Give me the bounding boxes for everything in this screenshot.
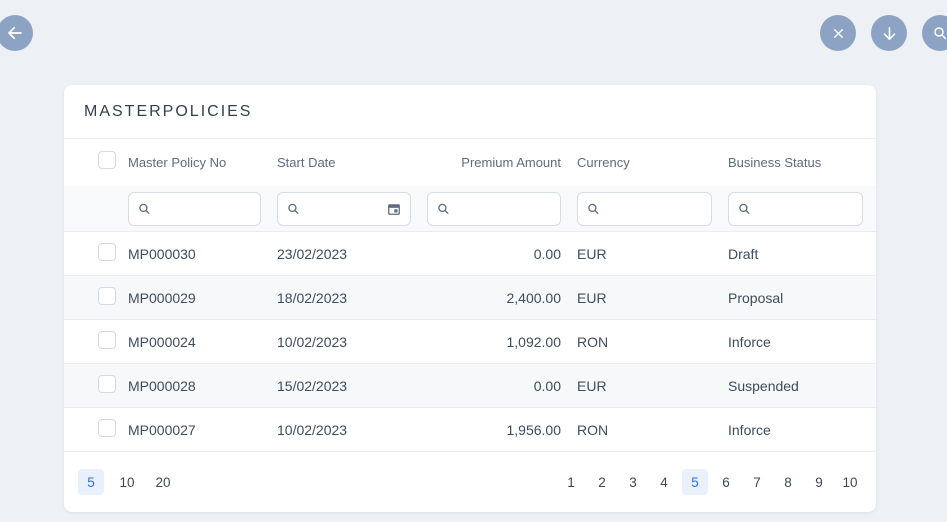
cell-status: Inforce [728, 334, 863, 350]
cell-currency: EUR [577, 290, 728, 306]
page-size-10[interactable]: 10 [114, 469, 140, 495]
page-2[interactable]: 2 [589, 469, 615, 495]
cell-status: Suspended [728, 378, 863, 394]
table-row[interactable]: MP000028 15/02/2023 0.00 EUR Suspended [64, 364, 876, 408]
cell-currency: RON [577, 422, 728, 438]
card-title-bar: MASTERPOLICIES [64, 85, 876, 139]
close-icon [832, 27, 845, 40]
row-checkbox[interactable] [98, 331, 116, 349]
cell-currency: EUR [577, 246, 728, 262]
page-1[interactable]: 1 [558, 469, 584, 495]
row-checkbox[interactable] [98, 419, 116, 437]
cell-status: Draft [728, 246, 863, 262]
header-checkbox-cell [84, 151, 128, 174]
cell-policy-no: MP000029 [128, 290, 277, 306]
cell-start-date: 23/02/2023 [277, 246, 427, 262]
col-header-master-policy-no: Master Policy No [128, 155, 277, 170]
table-footer: 5 10 20 1 2 3 4 5 6 7 8 9 10 [64, 452, 876, 512]
col-header-currency: Currency [577, 155, 728, 170]
cell-start-date: 15/02/2023 [277, 378, 427, 394]
row-checkbox[interactable] [98, 375, 116, 393]
page-title: MASTERPOLICIES [84, 103, 252, 121]
back-button[interactable] [0, 15, 33, 51]
cell-premium: 1,092.00 [427, 334, 577, 350]
search-button[interactable] [922, 15, 947, 51]
row-checkbox[interactable] [98, 243, 116, 261]
page-10[interactable]: 10 [837, 469, 863, 495]
page-size-20[interactable]: 20 [150, 469, 176, 495]
search-icon [287, 202, 300, 215]
download-button[interactable] [871, 15, 907, 51]
cell-start-date: 10/02/2023 [277, 334, 427, 350]
cell-policy-no: MP000024 [128, 334, 277, 350]
cell-currency: RON [577, 334, 728, 350]
cell-start-date: 10/02/2023 [277, 422, 427, 438]
table-row[interactable]: MP000027 10/02/2023 1,956.00 RON Inforce [64, 408, 876, 452]
cell-premium: 0.00 [427, 378, 577, 394]
table-header-row: Master Policy No Start Date Premium Amou… [64, 139, 876, 186]
search-icon [138, 202, 151, 215]
cell-start-date: 18/02/2023 [277, 290, 427, 306]
cell-status: Proposal [728, 290, 863, 306]
page-size-5[interactable]: 5 [78, 469, 104, 495]
page-7[interactable]: 7 [744, 469, 770, 495]
table-filter-row [64, 186, 876, 232]
cell-premium: 2,400.00 [427, 290, 577, 306]
arrow-left-icon [6, 24, 24, 42]
row-checkbox[interactable] [98, 287, 116, 305]
close-button[interactable] [820, 15, 856, 51]
pagination: 1 2 3 4 5 6 7 8 9 10 [558, 469, 863, 495]
page-6[interactable]: 6 [713, 469, 739, 495]
cell-policy-no: MP000030 [128, 246, 277, 262]
table-row[interactable]: MP000029 18/02/2023 2,400.00 EUR Proposa… [64, 276, 876, 320]
col-header-start-date: Start Date [277, 155, 427, 170]
page-5[interactable]: 5 [682, 469, 708, 495]
arrow-down-icon [881, 25, 898, 42]
search-icon [932, 25, 947, 41]
cell-policy-no: MP000028 [128, 378, 277, 394]
search-icon [587, 202, 600, 215]
search-icon [437, 202, 450, 215]
cell-policy-no: MP000027 [128, 422, 277, 438]
masterpolicies-card: MASTERPOLICIES Master Policy No Start Da… [64, 85, 876, 512]
cell-currency: EUR [577, 378, 728, 394]
col-header-premium-amount: Premium Amount [427, 155, 577, 170]
table-row[interactable]: MP000024 10/02/2023 1,092.00 RON Inforce [64, 320, 876, 364]
cell-premium: 1,956.00 [427, 422, 577, 438]
page-9[interactable]: 9 [806, 469, 832, 495]
page-size-selector: 5 10 20 [78, 469, 176, 495]
table-row[interactable]: MP000030 23/02/2023 0.00 EUR Draft [64, 232, 876, 276]
search-icon [738, 202, 751, 215]
page-4[interactable]: 4 [651, 469, 677, 495]
calendar-icon[interactable] [387, 202, 401, 216]
select-all-checkbox[interactable] [98, 151, 116, 169]
cell-status: Inforce [728, 422, 863, 438]
col-header-business-status: Business Status [728, 155, 863, 170]
cell-premium: 0.00 [427, 246, 577, 262]
page-3[interactable]: 3 [620, 469, 646, 495]
page-8[interactable]: 8 [775, 469, 801, 495]
